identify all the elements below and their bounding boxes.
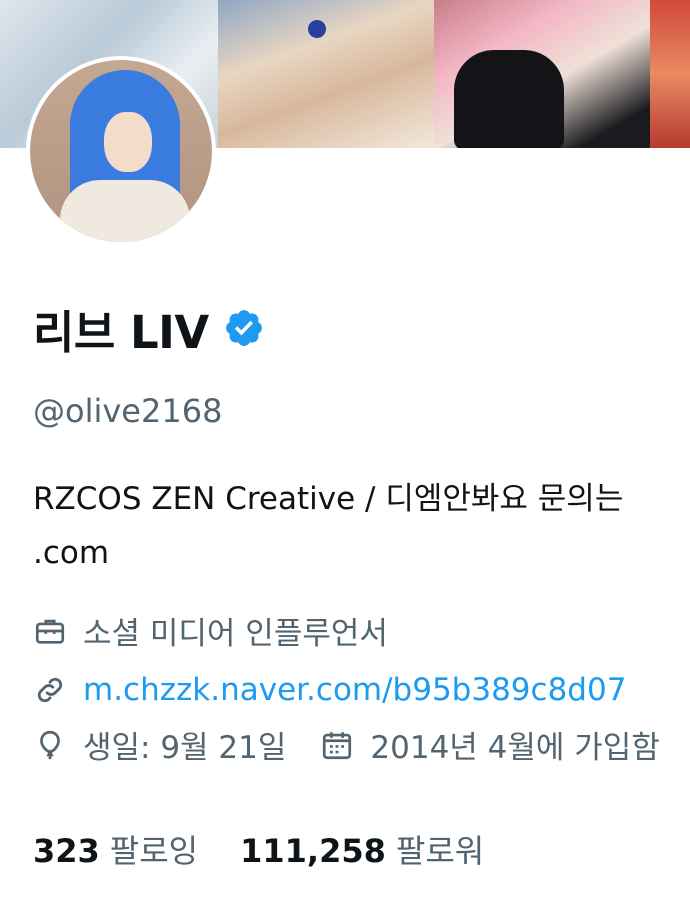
follow-stats: 323 팔로잉 111,258 팔로워 [33, 826, 484, 872]
calendar-icon [323, 731, 352, 759]
briefcase-icon [35, 619, 65, 644]
profile-birthday: 생일: 9월 21일 [83, 730, 287, 766]
profile-bio: RZCOS ZEN Creative / 디엠안봐요 문의는 .com [33, 472, 690, 580]
avatar[interactable] [26, 56, 216, 246]
bio-line-2: .com [33, 535, 110, 571]
banner-image-4 [650, 0, 690, 148]
profile-category-row: 소셜 미디어 인플루언서 [33, 608, 388, 653]
link-icon [37, 677, 63, 703]
banner-image-3 [434, 0, 650, 148]
following-count: 323 [33, 832, 100, 870]
followers-label: 팔로워 [395, 832, 485, 870]
profile-website-link[interactable]: m.chzzk.naver.com/b95b389c8d07 [83, 672, 626, 708]
profile-handle: @olive2168 [33, 392, 223, 430]
profile-category: 소셜 미디어 인플루언서 [83, 616, 388, 652]
following-label: 팔로잉 [109, 832, 199, 870]
profile-page: 리브 LIV @olive2168 RZCOS ZEN Creative / 디… [0, 0, 690, 910]
profile-name-row: 리브 LIV [33, 296, 265, 360]
balloon-icon [40, 730, 60, 759]
profile-dates-row: 생일: 9월 21일 2014년 4월에 가입함 [33, 722, 660, 767]
profile-joined-date: 2014년 4월에 가입함 [370, 730, 660, 766]
following-link[interactable]: 323 팔로잉 [33, 826, 198, 872]
followers-count: 111,258 [240, 832, 386, 870]
verified-badge-icon[interactable] [223, 307, 265, 349]
banner-image-2 [218, 0, 434, 148]
display-name: 리브 LIV [33, 305, 209, 359]
followers-link[interactable]: 111,258 팔로워 [240, 826, 484, 872]
bio-line-1: RZCOS ZEN Creative / 디엠안봐요 문의는 [33, 481, 624, 517]
avatar-image [30, 60, 212, 242]
profile-link-row: m.chzzk.naver.com/b95b389c8d07 [33, 672, 626, 708]
